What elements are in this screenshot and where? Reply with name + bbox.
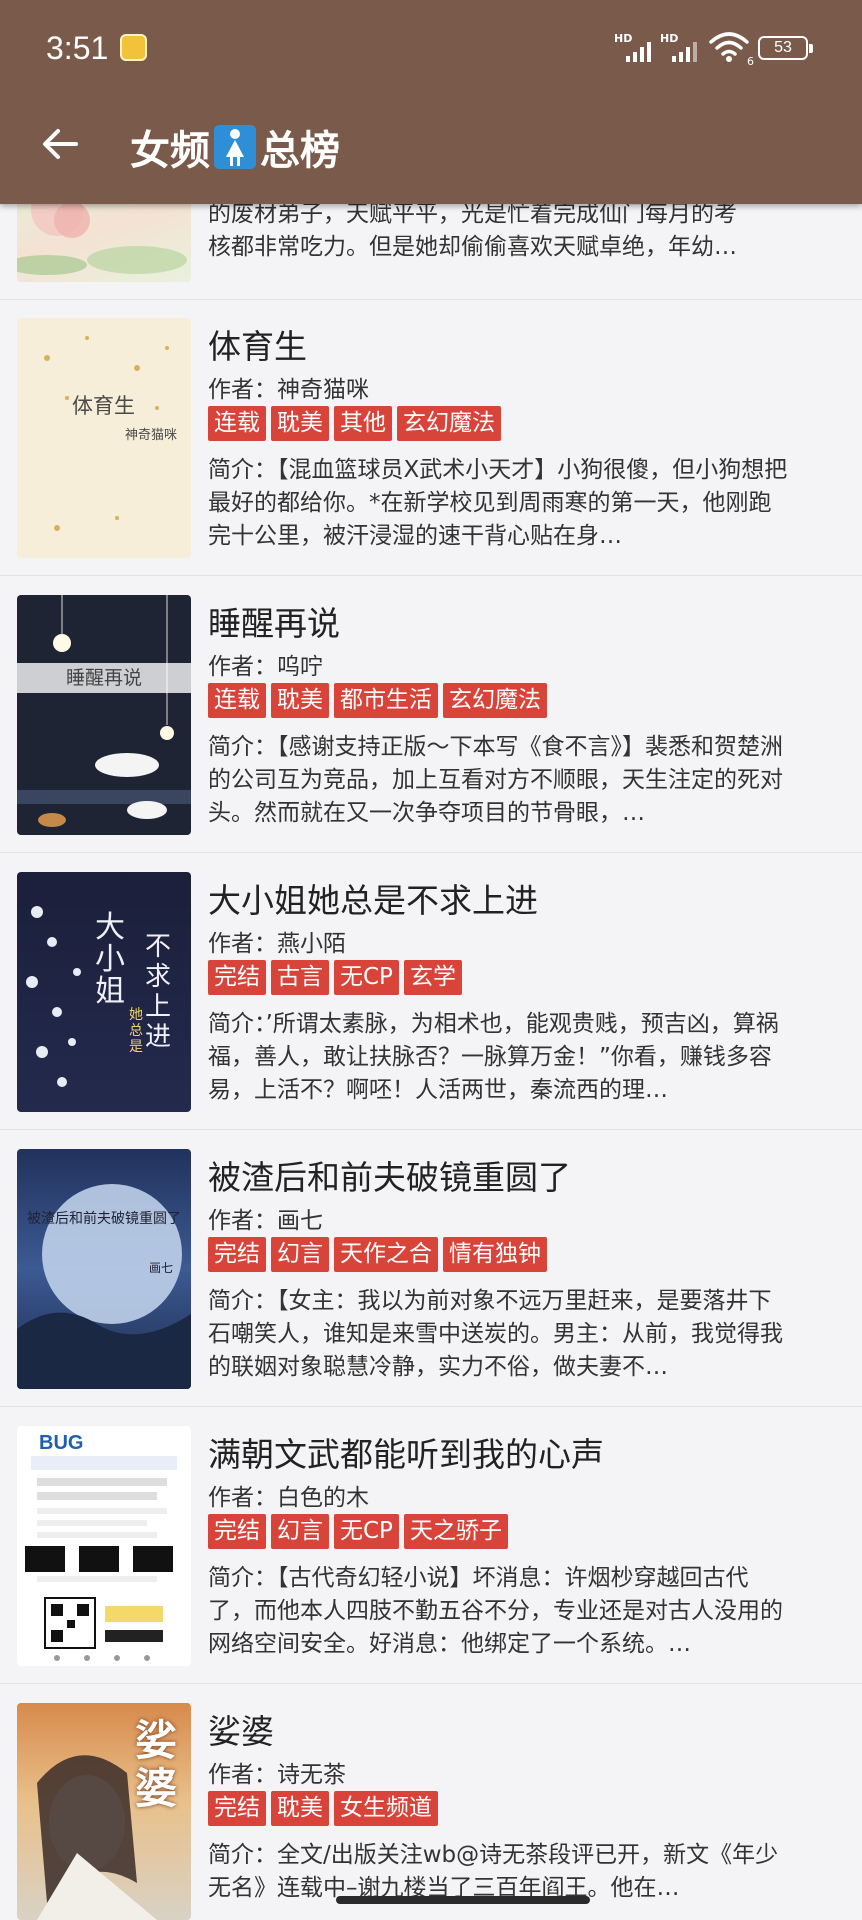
book-description: 简介：【混血篮球员X武术小天才】小狗很傻，但小狗想把最好的都给你。*在新学校见到…	[208, 457, 788, 549]
list-item[interactable]: 被渣后和前夫破镜重圆了 画七 被渣后和前夫破镜重圆了 作者：画七 完结 幻言 天…	[0, 1131, 862, 1407]
tag-list: 连载 耽美 都市生活 玄幻魔法	[208, 683, 547, 718]
book-author: 作者：画七	[208, 1208, 323, 1234]
status-time: 3:51	[46, 30, 109, 66]
category-tag: 情有独钟	[443, 1237, 547, 1272]
arrow-left-icon[interactable]	[40, 124, 80, 164]
list-item[interactable]: 娑婆 娑婆 作者：诗无茶 完结 耽美 女生频道 简介：全文/出版关注wb@诗无茶…	[0, 1685, 862, 1920]
book-title[interactable]: 大小姐她总是不求上进	[208, 874, 538, 922]
book-cover: 睡醒再说	[17, 595, 191, 835]
book-cover: 娑婆	[17, 1703, 191, 1920]
category-tag: 玄幻魔法	[443, 683, 547, 718]
status-bar: 3:51 HD HD 6 53	[0, 0, 862, 100]
cover-title: 她总是	[129, 1007, 143, 1055]
category-tag: 幻言	[271, 1514, 329, 1549]
book-cover: 被渣后和前夫破镜重圆了 画七	[17, 1149, 191, 1389]
book-author: 作者：燕小陌	[208, 931, 346, 957]
list-item[interactable]: 大小姐 不求上进 她总是 大小姐她总是不求上进 作者：燕小陌 完结 古言 无CP…	[0, 854, 862, 1130]
book-title[interactable]: 满朝文武都能听到我的心声	[208, 1428, 604, 1476]
book-title[interactable]: 体育生	[208, 320, 307, 368]
battery-icon: 53	[758, 36, 813, 60]
category-tag: 天之骄子	[403, 1514, 508, 1549]
cover-title: 被渣后和前夫破镜重圆了	[27, 1211, 181, 1227]
book-description: 简介：【古代奇幻轻小说】坏消息：许烟杪穿越回古代了，而他本人四肢不勤五谷不分，专…	[208, 1565, 783, 1657]
signal-strength-icon: HD	[660, 32, 704, 62]
category-tag: 耽美	[271, 683, 329, 718]
book-cover: 体育生 神奇猫咪	[17, 318, 191, 558]
book-author: 作者：诗无茶	[208, 1762, 346, 1788]
list-item[interactable]: BUG 满朝文武都能听到我的心声 作者：白色的木 完结 幻言 无CP 天之骄子 …	[0, 1408, 862, 1684]
status-tag: 连载	[208, 683, 266, 718]
category-tag: 无CP	[334, 960, 399, 995]
book-description: 简介：’所谓太素脉，为相术也，能观贵贱，预吉凶，算祸福，善人，敢让扶脉否？一脉算…	[208, 1011, 779, 1103]
category-tag: 天作之合	[334, 1237, 438, 1272]
status-tag: 完结	[208, 1237, 266, 1272]
category-tag: 耽美	[271, 406, 329, 441]
book-title[interactable]: 娑婆	[208, 1705, 274, 1753]
cover-author: 神奇猫咪	[125, 428, 178, 443]
cover-title: 体育生	[72, 394, 135, 418]
tag-list: 完结 幻言 无CP 天之骄子	[208, 1514, 508, 1549]
cover-title: 睡醒再说	[17, 663, 191, 693]
list-item[interactable]: 睡醒再说 睡醒再说 作者：呜咛 连载 耽美 都市生活 玄幻魔法 简介：【感谢支持…	[0, 577, 862, 853]
page-title: 女频 总榜	[130, 118, 340, 176]
category-tag: 幻言	[271, 1237, 329, 1272]
cover-title: 大小姐	[95, 910, 125, 1009]
gesture-bar[interactable]	[336, 1896, 590, 1904]
cover-title: 娑婆	[135, 1716, 178, 1813]
book-author: 作者：呜咛	[208, 654, 323, 680]
category-tag: 都市生活	[334, 683, 438, 718]
book-title[interactable]: 睡醒再说	[208, 597, 340, 645]
tag-list: 完结 古言 无CP 玄学	[208, 960, 462, 995]
category-tag: 古言	[271, 960, 329, 995]
notification-icon	[120, 34, 147, 61]
category-tag: 玄学	[403, 960, 462, 995]
book-description: 简介：【感谢支持正版～下本写《食不言》】裴悉和贺楚洲的公司互为竞品，加上互看对方…	[208, 734, 783, 826]
cover-title: 不求上进	[145, 932, 172, 1052]
book-description: 的废材弟子，天赋平平，光是忙着完成仙门每月的考 核都非常吃力。但是她却偷偷喜欢天…	[208, 201, 737, 260]
book-author: 作者：白色的木	[208, 1485, 369, 1511]
category-tag: 女生频道	[334, 1791, 438, 1826]
status-tag: 完结	[208, 960, 266, 995]
tag-list: 完结 耽美 女生频道	[208, 1791, 438, 1826]
tag-list: 完结 幻言 天作之合 情有独钟	[208, 1237, 547, 1272]
signal-strength-icon: HD	[614, 32, 658, 62]
book-cover: BUG	[17, 1426, 191, 1666]
cover-author: 画七	[149, 1261, 174, 1275]
category-tag: 无CP	[334, 1514, 399, 1549]
book-author: 作者：神奇猫咪	[208, 377, 369, 403]
status-tag: 完结	[208, 1791, 266, 1826]
book-description: 简介：全文/出版关注wb@诗无茶段评已开，新文《年少无名》连载中–谢九楼当了三百…	[208, 1842, 779, 1901]
tag-list: 连载 耽美 其他 玄幻魔法	[208, 406, 501, 441]
book-description: 简介：【女主：我以为前对象不远万里赶来，是要落井下石嘲笑人，谁知是来雪中送炭的。…	[208, 1288, 783, 1380]
app-bar: 3:51 HD HD 6 53 女频 总榜	[0, 0, 862, 204]
womens-restroom-icon	[214, 125, 256, 169]
status-tag: 完结	[208, 1514, 266, 1549]
category-tag: 玄幻魔法	[397, 406, 501, 441]
book-title[interactable]: 被渣后和前夫破镜重圆了	[208, 1151, 571, 1199]
status-tag: 连载	[208, 406, 266, 441]
book-cover: 大小姐 不求上进 她总是	[17, 872, 191, 1112]
list-item[interactable]: 体育生 神奇猫咪 体育生 作者：神奇猫咪 连载 耽美 其他 玄幻魔法 简介：【混…	[0, 300, 862, 576]
wifi-icon: 6	[708, 30, 754, 68]
category-tag: 其他	[334, 406, 392, 441]
category-tag: 耽美	[271, 1791, 329, 1826]
